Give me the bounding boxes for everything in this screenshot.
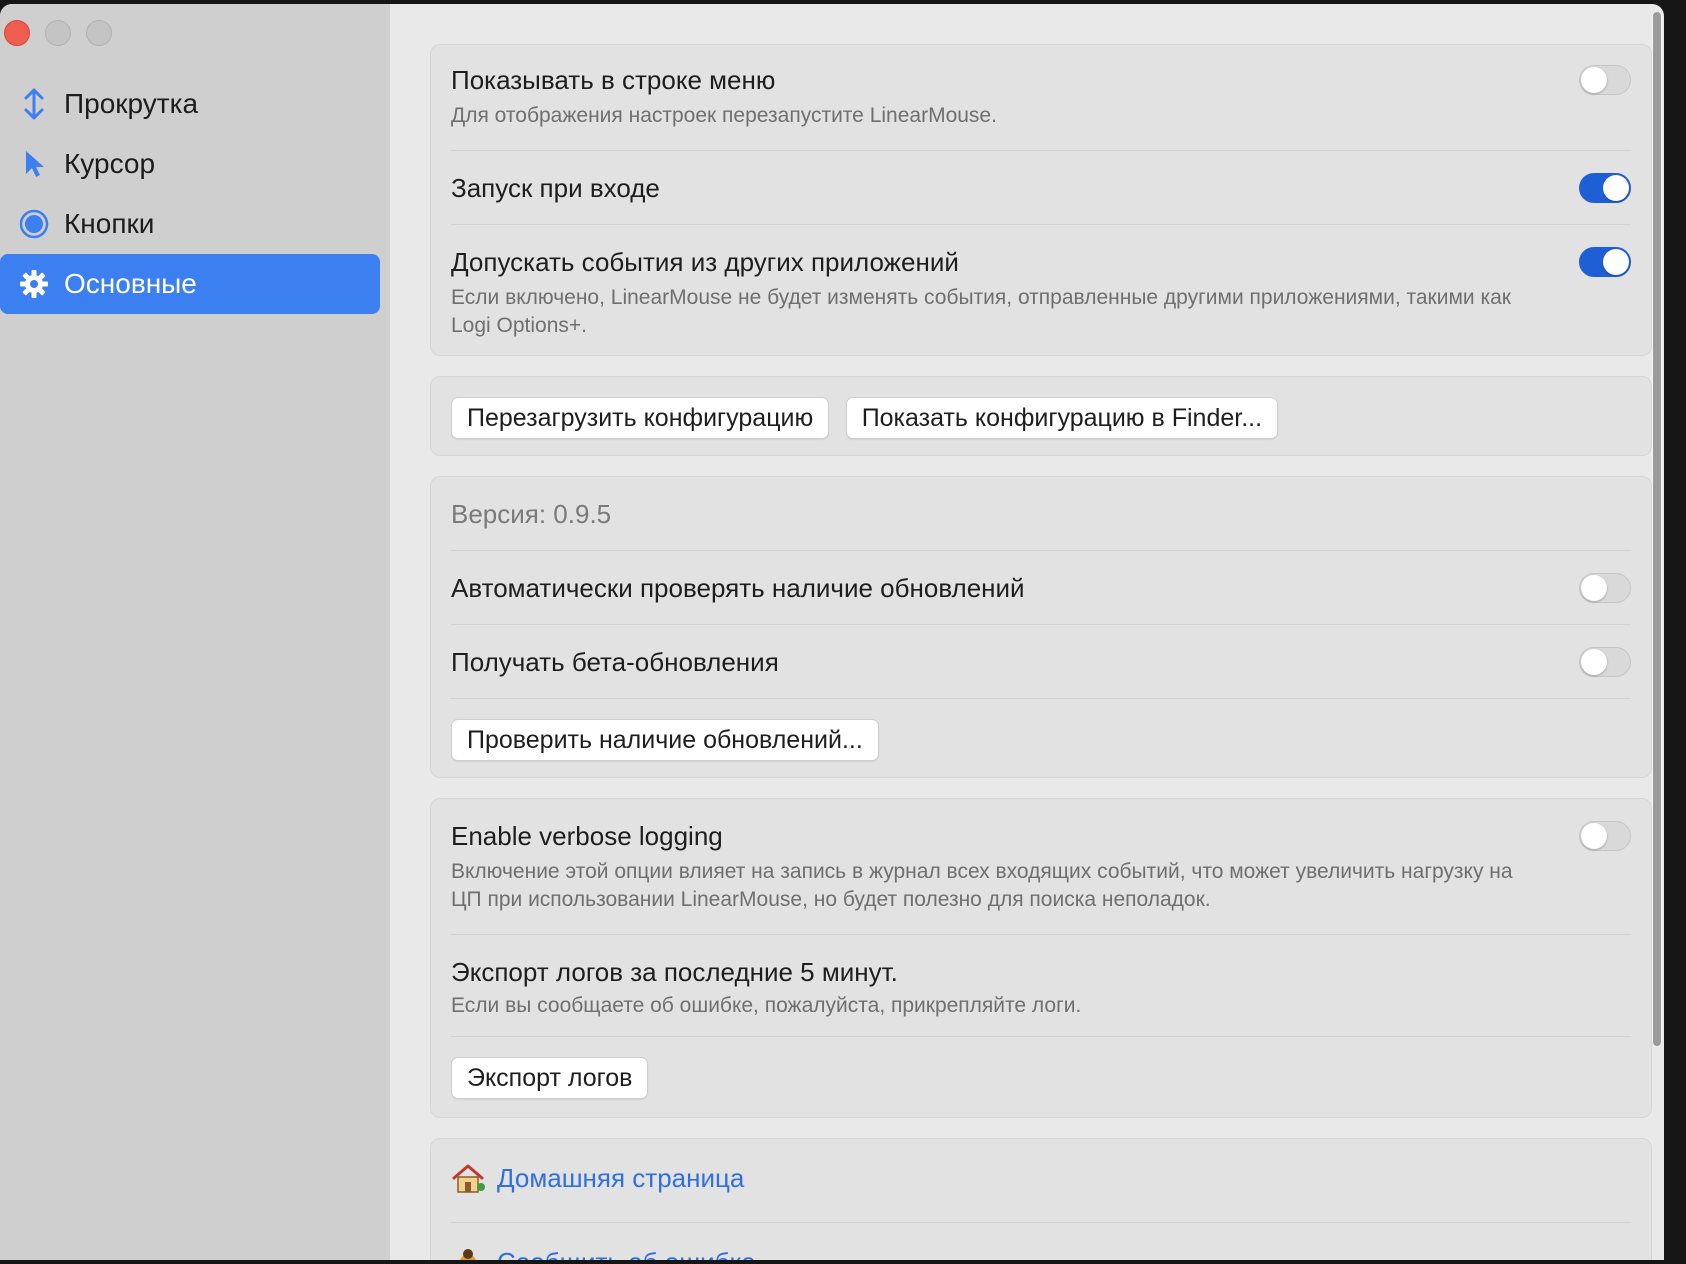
sidebar-item-general[interactable]: Основные <box>0 254 380 314</box>
toggle-knob <box>1603 249 1629 275</box>
house-icon <box>451 1163 485 1195</box>
reload-config-button[interactable]: Перезагрузить конфигурацию <box>451 397 830 439</box>
toggle-knob <box>1603 175 1629 201</box>
check-updates-button[interactable]: Проверить наличие обновлений... <box>451 719 879 761</box>
export-logs-button[interactable]: Экспорт логов <box>451 1057 649 1099</box>
menubar-row: Показывать в строке меню Для отображения… <box>431 45 1651 151</box>
export-desc: Если вы сообщаете об ошибке, пожалуйста,… <box>451 994 1082 1017</box>
sidebar-item-label: Курсор <box>64 148 156 179</box>
cursor-arrow-icon <box>18 148 50 180</box>
circle-button-icon <box>18 208 50 240</box>
general-card: Показывать в строке меню Для отображения… <box>430 44 1652 356</box>
passthrough-title: Допускать события из других приложений <box>451 247 959 277</box>
homepage-link[interactable]: Домашняя страница <box>497 1163 744 1194</box>
menubar-desc: Для отображения настроек перезапустите L… <box>451 104 997 127</box>
sidebar-item-scrolling[interactable]: Прокрутка <box>0 74 380 134</box>
scroll-arrows-icon <box>18 88 50 120</box>
auto-check-toggle[interactable] <box>1579 573 1631 603</box>
sidebar-item-cursor[interactable]: Курсор <box>0 134 380 194</box>
passthrough-row: Допускать события из других приложений Е… <box>431 225 1651 355</box>
settings-window: Прокрутка Курсор Кнопки Основные Показыв… <box>0 4 1664 1260</box>
sidebar-nav: Прокрутка Курсор Кнопки Основные <box>0 74 380 314</box>
login-row: Запуск при входе <box>431 151 1651 225</box>
gear-icon <box>18 268 50 300</box>
beta-title: Получать бета-обновления <box>451 647 779 677</box>
login-title: Запуск при входе <box>451 173 660 203</box>
sidebar-item-label: Прокрутка <box>64 88 199 119</box>
scrollbar[interactable] <box>1652 12 1662 1046</box>
verbose-toggle[interactable] <box>1579 821 1631 851</box>
sidebar-item-buttons[interactable]: Кнопки <box>0 194 380 254</box>
beta-toggle[interactable] <box>1579 647 1631 677</box>
updates-card: Версия: 0.9.5 Автоматически проверять на… <box>430 476 1652 778</box>
close-window-button[interactable] <box>4 20 30 46</box>
menubar-title: Показывать в строке меню <box>451 65 776 95</box>
export-info-row: Экспорт логов за последние 5 минут. Если… <box>431 935 1651 1037</box>
beta-row: Получать бета-обновления <box>431 625 1651 699</box>
version-row: Версия: 0.9.5 <box>431 477 1651 551</box>
links-card: Домашняя страница Сообщить об ошибке <box>430 1138 1652 1260</box>
zoom-window-button[interactable] <box>86 20 112 46</box>
verbose-desc: Включение этой опции влияет на запись в … <box>451 860 1513 911</box>
passthrough-desc: Если включено, LinearMouse не будет изме… <box>451 286 1511 337</box>
auto-check-title: Автоматически проверять наличие обновлен… <box>451 573 1025 603</box>
scrollbar-thumb[interactable] <box>1653 12 1661 1046</box>
logging-card: Enable verbose logging Включение этой оп… <box>430 798 1652 1118</box>
bug-report-link[interactable]: Сообщить об ошибке <box>497 1247 756 1260</box>
export-button-row: Экспорт логов <box>431 1037 1651 1117</box>
toggle-knob <box>1581 67 1607 93</box>
window-controls <box>4 20 112 46</box>
toggle-knob <box>1581 823 1607 849</box>
toggle-knob <box>1581 575 1607 601</box>
verbose-row: Enable verbose logging Включение этой оп… <box>431 799 1651 935</box>
config-card: Перезагрузить конфигурацию Показать конф… <box>430 376 1652 456</box>
toggle-knob <box>1581 649 1607 675</box>
sidebar-item-label: Основные <box>64 268 197 299</box>
check-updates-row: Проверить наличие обновлений... <box>431 699 1651 777</box>
bug-report-row: Сообщить об ошибке <box>431 1223 1651 1260</box>
reveal-config-button[interactable]: Показать конфигурацию в Finder... <box>845 397 1279 439</box>
bug-icon <box>451 1247 485 1260</box>
homepage-row: Домашняя страница <box>431 1139 1651 1223</box>
passthrough-toggle[interactable] <box>1579 247 1631 277</box>
sidebar-item-label: Кнопки <box>64 208 155 239</box>
sidebar: Прокрутка Курсор Кнопки Основные <box>0 4 390 1260</box>
export-title: Экспорт логов за последние 5 минут. <box>451 957 898 987</box>
auto-check-row: Автоматически проверять наличие обновлен… <box>431 551 1651 625</box>
content-pane: Показывать в строке меню Для отображения… <box>390 4 1664 1260</box>
verbose-title: Enable verbose logging <box>451 821 723 851</box>
login-toggle[interactable] <box>1579 173 1631 203</box>
minimize-window-button[interactable] <box>45 20 71 46</box>
version-label: Версия: 0.9.5 <box>451 499 612 529</box>
menubar-toggle[interactable] <box>1579 65 1631 95</box>
